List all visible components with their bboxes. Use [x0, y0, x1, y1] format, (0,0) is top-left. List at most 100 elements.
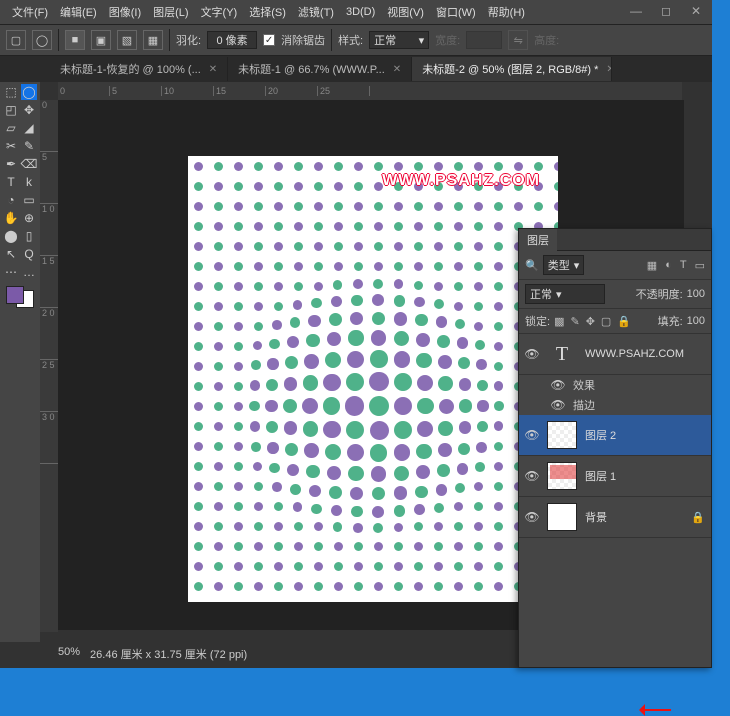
- zoom-level[interactable]: 50%: [58, 646, 80, 662]
- menu-y[interactable]: 文字(Y): [197, 2, 242, 22]
- layer-label[interactable]: 背景: [585, 509, 607, 525]
- effect-visibility[interactable]: 👁: [551, 378, 565, 392]
- tool-6-1[interactable]: ▭: [21, 192, 37, 208]
- style-label: 样式:: [338, 32, 363, 48]
- fill-value[interactable]: 100: [687, 315, 705, 327]
- tool-4-0[interactable]: ✒: [3, 156, 19, 172]
- lock-artboard-icon[interactable]: ▢: [601, 315, 611, 328]
- layers-panel-tab[interactable]: 图层: [519, 229, 711, 251]
- style-select[interactable]: 正常▾: [369, 31, 429, 49]
- menu-s[interactable]: 选择(S): [245, 2, 290, 22]
- menu-v[interactable]: 视图(V): [383, 2, 428, 22]
- layer-effect-item[interactable]: 👁描边: [519, 395, 711, 415]
- tool-7-0[interactable]: ✋: [3, 210, 19, 226]
- tool-5-0[interactable]: T: [3, 174, 19, 190]
- layer-thumbnail[interactable]: [547, 421, 577, 449]
- menu-e[interactable]: 编辑(E): [56, 2, 101, 22]
- tool-1-1[interactable]: ✥: [21, 102, 37, 118]
- menu-bar: 文件(F)编辑(E)图像(I)图层(L)文字(Y)选择(S)滤镜(T)3D(D)…: [0, 0, 712, 24]
- document-canvas[interactable]: WWW.PSAHZ.COM: [188, 156, 558, 602]
- blend-mode-select[interactable]: 正常▾: [525, 284, 605, 304]
- home-icon[interactable]: ▢: [6, 30, 26, 50]
- menu-dd[interactable]: 3D(D): [342, 4, 379, 20]
- tool-3-1[interactable]: ✎: [21, 138, 37, 154]
- menu-l[interactable]: 图层(L): [149, 2, 192, 22]
- layer-thumbnail[interactable]: [547, 503, 577, 531]
- layer-label[interactable]: WWW.PSAHZ.COM: [585, 348, 684, 360]
- tool-9-1[interactable]: Q: [21, 246, 37, 262]
- tool-8-0[interactable]: ⬤: [3, 228, 19, 244]
- tool-5-1[interactable]: k: [21, 174, 37, 190]
- status-dimensions: 26.46 厘米 x 31.75 厘米 (72 ppi): [90, 646, 247, 662]
- sub-selection-icon[interactable]: ▧: [117, 30, 137, 50]
- opacity-value[interactable]: 100: [687, 288, 705, 300]
- tool-2-0[interactable]: ▱: [3, 120, 19, 136]
- menu-f[interactable]: 文件(F): [8, 2, 52, 22]
- maximize-button[interactable]: ◻: [654, 2, 678, 20]
- menu-w[interactable]: 窗口(W): [432, 2, 480, 22]
- add-selection-icon[interactable]: ▣: [91, 30, 111, 50]
- menu-h[interactable]: 帮助(H): [484, 2, 529, 22]
- width-input[interactable]: [466, 31, 502, 49]
- visibility-toggle[interactable]: 👁: [525, 347, 539, 361]
- layers-panel[interactable]: 图层 🔍 类型▾ ▦ ◐ T ▭ 正常▾ 不透明度: 100 锁定: ▩ ✎ ✥…: [518, 228, 712, 668]
- close-tab-icon[interactable]: ✕: [209, 64, 217, 75]
- visibility-toggle[interactable]: 👁: [525, 510, 539, 524]
- layer-row[interactable]: 👁 T WWW.PSAHZ.COM: [519, 334, 711, 375]
- lock-all-icon[interactable]: 🔒: [617, 315, 631, 328]
- layer-label[interactable]: 图层 1: [585, 468, 616, 484]
- tool-10-0[interactable]: ⋯: [3, 264, 19, 280]
- menu-t[interactable]: 滤镜(T): [294, 2, 338, 22]
- filter-select[interactable]: 类型▾: [543, 255, 585, 275]
- lock-transparency-icon[interactable]: ▩: [554, 315, 564, 328]
- intersect-selection-icon[interactable]: ▦: [143, 30, 163, 50]
- minimize-button[interactable]: —: [624, 2, 648, 20]
- close-button[interactable]: ✕: [684, 2, 708, 20]
- visibility-toggle[interactable]: 👁: [525, 428, 539, 442]
- layers-list[interactable]: 👁TWWW.PSAHZ.COM👁效果👁描边👁图层 2👁图层 1👁背景🔒: [519, 334, 711, 634]
- layer-label[interactable]: 图层 2: [585, 427, 616, 443]
- layer-row[interactable]: 👁背景🔒: [519, 497, 711, 538]
- close-tab-icon[interactable]: ✕: [606, 64, 612, 75]
- new-selection-icon[interactable]: ■: [65, 30, 85, 50]
- layer-row[interactable]: 👁 图层 1: [519, 456, 711, 497]
- tool-7-1[interactable]: ⊕: [21, 210, 37, 226]
- status-bar: 50% 26.46 厘米 x 31.75 厘米 (72 ppi): [58, 646, 247, 662]
- lock-pixels-icon[interactable]: ✎: [570, 315, 579, 328]
- menu-i[interactable]: 图像(I): [105, 2, 145, 22]
- ellipse-preset-icon[interactable]: ◯: [32, 30, 52, 50]
- color-swatch[interactable]: [6, 286, 34, 308]
- tool-10-1[interactable]: …: [21, 264, 37, 280]
- filter-image-icon[interactable]: ▦: [647, 259, 657, 272]
- options-bar: ▢ ◯ ■ ▣ ▧ ▦ 羽化: 0 像素 ✓ 消除锯齿 样式: 正常▾ 宽度: …: [0, 24, 712, 56]
- filter-adjust-icon[interactable]: ◐: [665, 259, 672, 272]
- link-wh-icon[interactable]: ⇋: [508, 30, 528, 50]
- document-tab-0[interactable]: 未标题-1-恢复的 @ 100% (...✕: [50, 57, 228, 81]
- width-label: 宽度:: [435, 32, 460, 48]
- tool-3-0[interactable]: ✂: [3, 138, 19, 154]
- layer-thumbnail[interactable]: T: [547, 340, 577, 368]
- tool-9-0[interactable]: ↖: [3, 246, 19, 262]
- tool-0-1[interactable]: ◯: [21, 84, 37, 100]
- layer-row[interactable]: 👁 图层 2: [519, 415, 711, 456]
- layer-effect-item[interactable]: 👁效果: [519, 375, 711, 395]
- antialias-checkbox[interactable]: ✓: [263, 34, 275, 46]
- tool-2-1[interactable]: ◢: [21, 120, 37, 136]
- close-tab-icon[interactable]: ✕: [393, 64, 401, 75]
- effect-visibility[interactable]: 👁: [551, 398, 565, 412]
- tool-6-0[interactable]: ◔: [3, 192, 19, 208]
- tool-1-0[interactable]: ◰: [3, 102, 19, 118]
- lock-position-icon[interactable]: ✥: [586, 315, 595, 328]
- tool-8-1[interactable]: ▯: [21, 228, 37, 244]
- document-tab-1[interactable]: 未标题-1 @ 66.7% (WWW.P...✕: [228, 57, 412, 81]
- tool-0-0[interactable]: ⬚: [3, 84, 19, 100]
- search-icon: 🔍: [525, 259, 539, 272]
- feather-input[interactable]: 0 像素: [207, 31, 257, 49]
- filter-shape-icon[interactable]: ▭: [695, 259, 705, 272]
- visibility-toggle[interactable]: 👁: [525, 469, 539, 483]
- filter-type-icon[interactable]: T: [680, 259, 687, 272]
- document-tab-2[interactable]: 未标题-2 @ 50% (图层 2, RGB/8#) *✕: [412, 57, 612, 81]
- layer-thumbnail[interactable]: [547, 462, 577, 490]
- antialias-label: 消除锯齿: [281, 32, 325, 48]
- tool-4-1[interactable]: ⌫: [21, 156, 37, 172]
